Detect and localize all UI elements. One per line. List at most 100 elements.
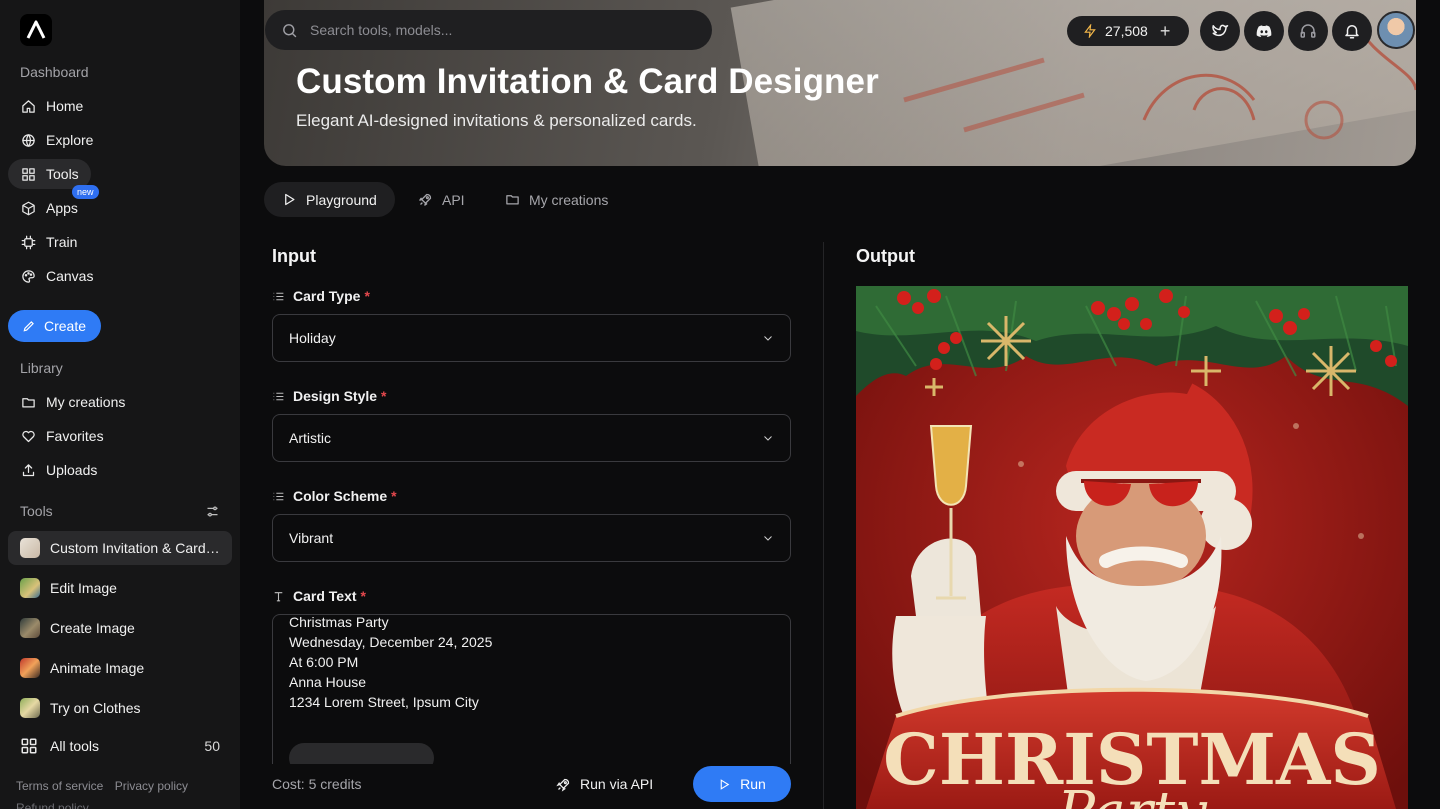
tool-item-label: Animate Image bbox=[50, 660, 145, 676]
twitter-icon bbox=[1212, 24, 1229, 37]
tool-item-label: Try on Clothes bbox=[50, 700, 141, 716]
create-button[interactable]: Create bbox=[8, 310, 101, 342]
all-tools-link[interactable]: All tools 50 bbox=[8, 731, 232, 761]
card-type-select[interactable]: Holiday bbox=[272, 314, 791, 362]
tab-api[interactable]: API bbox=[400, 182, 483, 217]
design-style-label: Design Style * bbox=[272, 388, 386, 404]
support-button[interactable] bbox=[1288, 11, 1328, 51]
required-marker: * bbox=[381, 388, 387, 404]
card-text-line: Wednesday, December 24, 2025 bbox=[289, 634, 493, 650]
grid-icon bbox=[20, 166, 36, 182]
all-tools-count: 50 bbox=[204, 738, 220, 754]
run-via-api-label: Run via API bbox=[580, 776, 654, 792]
design-style-label-text: Design Style bbox=[293, 388, 378, 404]
sidebar-item-home[interactable]: Home bbox=[8, 91, 95, 121]
discord-icon bbox=[1256, 25, 1272, 37]
search-icon bbox=[283, 23, 297, 37]
color-scheme-value: Vibrant bbox=[289, 530, 334, 546]
cost-label: Cost: 5 credits bbox=[272, 776, 362, 792]
sidebar-item-apps[interactable]: Apps new bbox=[8, 185, 99, 223]
rocket-icon bbox=[419, 193, 432, 206]
dashboard-heading: Dashboard bbox=[20, 64, 89, 80]
sidebar-item-uploads[interactable]: Uploads bbox=[8, 455, 109, 485]
tool-item-create-image[interactable]: Create Image bbox=[8, 611, 232, 645]
tool-thumbnail bbox=[20, 618, 40, 638]
output-panel-title: Output bbox=[856, 246, 915, 266]
tool-item-invitation-designer[interactable]: Custom Invitation & Card Designer bbox=[8, 531, 232, 565]
privacy-link[interactable]: Privacy policy bbox=[115, 779, 188, 793]
card-text-line: At 6:00 PM bbox=[289, 654, 359, 670]
tab-playground[interactable]: Playground bbox=[264, 182, 395, 217]
tool-thumbnail bbox=[20, 698, 40, 718]
folder-icon bbox=[20, 394, 36, 410]
tab-label: My creations bbox=[529, 191, 609, 208]
card-text-line: Anna House bbox=[289, 674, 367, 690]
tool-item-label: Custom Invitation & Card Designer bbox=[50, 540, 220, 556]
app-logo[interactable] bbox=[20, 14, 52, 46]
card-type-label: Card Type * bbox=[272, 288, 370, 304]
twitter-button[interactable] bbox=[1200, 11, 1240, 51]
new-badge: new bbox=[72, 185, 99, 199]
enhance-prompt-button[interactable] bbox=[289, 743, 434, 764]
notifications-button[interactable] bbox=[1332, 11, 1372, 51]
list-icon bbox=[273, 292, 284, 300]
color-scheme-label: Color Scheme * bbox=[272, 488, 397, 504]
credits-value: 27,508 bbox=[1105, 23, 1148, 39]
tool-item-label: Create Image bbox=[50, 620, 135, 636]
sidebar-item-my-creations[interactable]: My creations bbox=[8, 387, 137, 417]
sidebar-item-label: Explore bbox=[46, 132, 94, 148]
tool-item-animate-image[interactable]: Animate Image bbox=[8, 651, 232, 685]
card-text-line: Christmas Party bbox=[289, 614, 389, 630]
terms-link[interactable]: Terms of service bbox=[16, 779, 103, 793]
tool-item-label: Edit Image bbox=[50, 580, 117, 596]
card-type-label-text: Card Type bbox=[293, 288, 361, 304]
bell-icon bbox=[1345, 25, 1359, 39]
sidebar-item-label: Favorites bbox=[46, 428, 104, 444]
page-subtitle: Elegant AI-designed invitations & person… bbox=[296, 111, 697, 130]
app-root: Dashboard Home Explore Tools Apps new Tr… bbox=[0, 0, 1440, 809]
color-scheme-label-text: Color Scheme bbox=[293, 488, 388, 504]
sidebar-item-explore[interactable]: Explore bbox=[8, 125, 105, 155]
card-text-line: 1234 Lorem Street, Ipsum City bbox=[289, 694, 479, 710]
design-style-select[interactable]: Artistic bbox=[272, 414, 791, 462]
pencil-icon bbox=[23, 321, 34, 332]
tool-thumbnail bbox=[20, 578, 40, 598]
run-via-api-button[interactable]: Run via API bbox=[556, 776, 653, 792]
card-text-label: Card Text * bbox=[272, 588, 366, 604]
discord-button[interactable] bbox=[1244, 11, 1284, 51]
tool-thumbnail bbox=[20, 538, 40, 558]
lightning-icon bbox=[1084, 24, 1096, 38]
sidebar-item-label: Uploads bbox=[46, 462, 98, 478]
box-icon bbox=[20, 200, 36, 216]
filter-settings-icon[interactable] bbox=[205, 504, 220, 519]
refund-link[interactable]: Refund policy bbox=[16, 801, 89, 809]
credits-button[interactable]: 27,508 + bbox=[1067, 16, 1189, 46]
sidebar-item-train[interactable]: Train bbox=[8, 227, 89, 257]
headphones-icon bbox=[1300, 24, 1316, 38]
panel-divider bbox=[823, 242, 824, 809]
output-image[interactable]: CHRISTMAS Party bbox=[856, 286, 1408, 809]
required-marker: * bbox=[391, 488, 397, 504]
color-scheme-select[interactable]: Vibrant bbox=[272, 514, 791, 562]
card-subheadline-text: Party bbox=[1056, 780, 1208, 809]
chevron-down-icon bbox=[764, 336, 772, 341]
tool-item-try-on-clothes[interactable]: Try on Clothes bbox=[8, 691, 232, 725]
chip-icon bbox=[20, 234, 36, 250]
create-label: Create bbox=[44, 318, 87, 334]
card-text-label-text: Card Text bbox=[293, 588, 357, 604]
user-avatar[interactable] bbox=[1377, 11, 1415, 49]
sidebar-item-favorites[interactable]: Favorites bbox=[8, 421, 116, 451]
tab-my-creations[interactable]: My creations bbox=[487, 182, 626, 217]
tool-item-edit-image[interactable]: Edit Image bbox=[8, 571, 232, 605]
home-icon bbox=[20, 98, 36, 114]
search-input[interactable] bbox=[310, 22, 670, 38]
sidebar-item-canvas[interactable]: Canvas bbox=[8, 261, 105, 291]
card-text-textarea[interactable]: Christmas Party Wednesday, December 24, … bbox=[272, 614, 791, 764]
tool-thumbnail bbox=[20, 658, 40, 678]
tools-heading: Tools bbox=[20, 503, 53, 519]
play-icon bbox=[720, 778, 730, 790]
palette-icon bbox=[20, 268, 36, 284]
sidebar-item-label: Canvas bbox=[46, 268, 94, 284]
run-button[interactable]: Run bbox=[693, 766, 791, 802]
search-bar[interactable] bbox=[265, 10, 712, 50]
